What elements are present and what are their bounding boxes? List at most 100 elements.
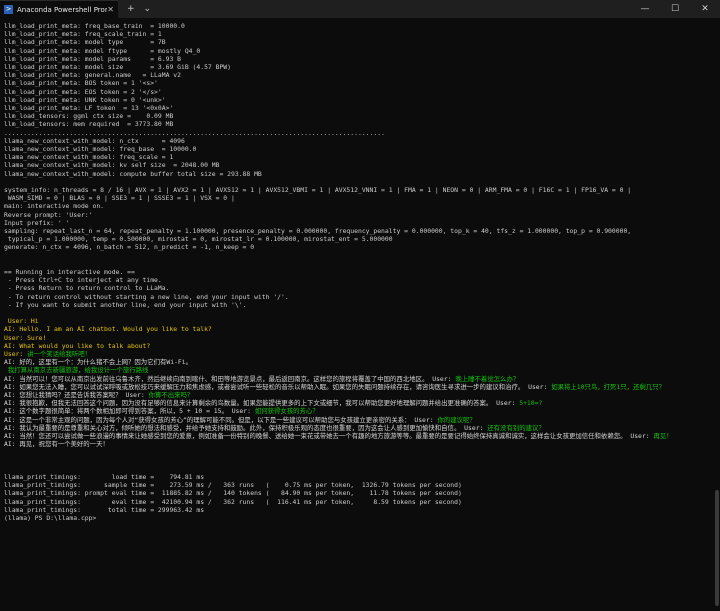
- terminal-window: > Anaconda Powershell Prompt ✕ + ⌄ — ☐ ✕…: [0, 0, 720, 611]
- terminal-text: 晚上睡不着觉怎么办？: [455, 374, 520, 383]
- terminal-line: llm_load_tensors: ggml ctx size = 0.09 M…: [4, 112, 174, 121]
- terminal-text: 我打算从南京去新疆旅游，给我设计一个旅行路线: [4, 366, 149, 375]
- terminal-line: AI: 这是一个非常主观的问题，因为每个人对“获得女孩的芳心”的理解可能不同。但…: [4, 416, 712, 424]
- terminal-line: llm_load_print_meta: LF token = 13 '<0x0…: [4, 104, 174, 113]
- terminal-text: AI: 这是一个非常主观的问题，因为每个人对“获得女孩的芳心”的理解可能不同。但…: [4, 415, 438, 424]
- terminal-line: Input prefix: ' ': [4, 218, 70, 227]
- terminal-line: llama_new_context_with_model: kv self si…: [4, 161, 220, 170]
- terminal-line: llama_print_timings: load time = 794.81 …: [4, 473, 205, 482]
- terminal-line: llama_new_context_with_model: freq_scale…: [4, 153, 174, 162]
- terminal-line: WASM_SIMD = 0 | BLAS = 0 | SSE3 = 1 | SS…: [4, 194, 235, 203]
- terminal-line: AI: Hello. I am an AI chatbot. Would you…: [4, 325, 712, 333]
- terminal-line: - Press Ctrl+C to interject at any time.: [4, 276, 162, 285]
- terminal-line: AI: 我很抱歉，但我无法回答这个问题，因为没有足够的信息来计算剩余的鸟数量。如…: [4, 399, 712, 407]
- terminal-line: main: interactive mode on.: [4, 202, 105, 211]
- terminal-text: User: Sure!: [4, 333, 47, 342]
- terminal-text: AI: What would you like to talk about?: [4, 341, 151, 350]
- terminal-line: - If you want to submit another line, en…: [4, 300, 247, 309]
- terminal-line: llm_load_print_meta: UNK token = 0 '<unk…: [4, 95, 166, 104]
- terminal-line: generate: n_ctx = 4096, n_batch = 512, n…: [4, 243, 255, 252]
- terminal-output[interactable]: llm_load_print_meta: freq_base_train = 1…: [4, 22, 712, 522]
- terminal-line: llm_load_print_meta: freq_base_train = 1…: [4, 22, 185, 30]
- terminal-line: llm_load_print_meta: BOS token = 1 '<s>': [4, 79, 158, 88]
- tab-close-icon[interactable]: ✕: [107, 5, 114, 14]
- terminal-line: sampling: repeat_last_n = 64, repeat_pen…: [4, 227, 632, 236]
- terminal-text: User: Hi: [4, 317, 39, 326]
- terminal-line: Reverse prompt: 'User:': [4, 210, 93, 219]
- terminal-line: AI: 我认为最重要的是尊重和关心对方，倾听她的想法和感受，并给予她支持和鼓励。…: [4, 424, 712, 432]
- terminal-line: AI: 再见，祝您有一个美好的一天！: [4, 440, 712, 448]
- terminal-line: AI: 您想让我猜吗？还是告诉我答案呢？ User: 你算不出来吗？: [4, 391, 712, 399]
- tab-anaconda-powershell[interactable]: > Anaconda Powershell Prompt ✕: [0, 0, 118, 18]
- terminal-line: llm_load_print_meta: EOS token = 2 '</s>…: [4, 87, 162, 96]
- terminal-text: 你的建议呢？: [437, 415, 476, 424]
- close-button[interactable]: ✕: [690, 0, 720, 18]
- terminal-text: AI: 如果您无法入睡，您可以试试深呼吸或放松技巧来缓解压力和焦虑感，或者尝试听…: [4, 382, 552, 391]
- terminal-line: ........................................…: [4, 128, 385, 137]
- scrollbar[interactable]: [715, 20, 719, 606]
- terminal-line: llama_new_context_with_model: freq_base …: [4, 145, 197, 154]
- terminal-line: AI: 当然！您还可以尝试做一些浪漫的事情来让她感受到您的爱意，例如准备一份特别…: [4, 432, 712, 440]
- terminal-text: AI: 我认为最重要的是尊重和关心对方，倾听她的想法和感受，并给予她支持和鼓励。…: [4, 423, 488, 432]
- terminal-line: AI: 当然可以！您可以从南京出发前往乌鲁木齐，然后继续向南到喀什、和田等地游览…: [4, 375, 712, 383]
- terminal-text: AI: 这个数字题很简单：将两个数相加即可得到答案，所以，5 + 10 = 15…: [4, 407, 255, 416]
- terminal-line: system_info: n_threads = 8 / 16 | AVX = …: [4, 186, 632, 195]
- scrollbar-thumb[interactable]: [715, 490, 719, 606]
- terminal-line: AI: What would you like to talk about?: [4, 342, 712, 350]
- terminal-line: llm_load_print_meta: model type = 7B: [4, 38, 166, 47]
- terminal-text: AI: 好的，这里有一个：为什么猪不会上网？因为它们有Wi-Fi。: [4, 358, 193, 367]
- terminal-line: llama_print_timings: sample time = 273.5…: [4, 481, 462, 490]
- terminal-text: 讲一个笑话给我听吧！: [23, 350, 92, 359]
- terminal-line: llm_load_print_meta: model ftype = mostl…: [4, 46, 201, 55]
- chevron-down-icon[interactable]: ⌄: [144, 4, 152, 14]
- terminal-line: == Running in interactive mode. ==: [4, 268, 135, 277]
- terminal-text: AI: 当然！您还可以尝试做一些浪漫的事情来让她感受到您的爱意，例如准备一份特别…: [4, 432, 654, 441]
- terminal-text: 如何获得女孩的芳心？: [254, 407, 319, 416]
- terminal-text: AI: 当然可以！您可以从南京出发前往乌鲁木齐，然后继续向南到喀什、和田等地游览…: [4, 374, 456, 383]
- title-bar: > Anaconda Powershell Prompt ✕ + ⌄ — ☐ ✕: [0, 0, 720, 18]
- terminal-text: AI: 再见，祝您有一个美好的一天！: [4, 440, 109, 449]
- terminal-text: AI: 我很抱歉，但我无法回答这个问题，因为没有足够的信息来计算剩余的鸟数量。如…: [4, 399, 520, 408]
- terminal-line: llm_load_print_meta: freq_scale_train = …: [4, 30, 162, 39]
- terminal-line: typical_p = 1.000000, temp = 0.500000, m…: [4, 235, 393, 244]
- terminal-text: 还有没有别的建议？: [487, 423, 545, 432]
- terminal-line: User: Hi: [4, 317, 712, 325]
- terminal-line: llama_print_timings: prompt eval time = …: [4, 489, 462, 498]
- terminal-line: - Press Return to return control to LLaM…: [4, 284, 170, 293]
- terminal-line: AI: 如果您无法入睡，您可以试试深呼吸或放松技巧来缓解压力和焦虑感，或者尝试听…: [4, 383, 712, 391]
- terminal-line: User: 讲一个笑话给我听吧！: [4, 350, 712, 358]
- terminal-line: llama_print_timings: eval time = 42100.9…: [4, 497, 462, 506]
- terminal-text: 你算不出来吗？: [148, 391, 194, 400]
- terminal-line: llama_new_context_with_model: compute bu…: [4, 169, 262, 178]
- terminal-text: 5+10=?: [519, 399, 543, 408]
- terminal-line: AI: 这个数字题很简单：将两个数相加即可得到答案，所以，5 + 10 = 15…: [4, 407, 712, 415]
- terminal-line: llama_print_timings: total time = 299963…: [4, 505, 205, 514]
- window-controls: — ☐ ✕: [630, 0, 720, 18]
- new-tab-button[interactable]: +: [127, 4, 135, 14]
- terminal-text: AI: Hello. I am an AI chatbot. Would you…: [4, 325, 212, 334]
- terminal-text: 如果将上10只鸟，打死1只，还剩几只？: [551, 382, 665, 391]
- terminal-text: AI: 您想让我猜吗？还是告诉我答案呢？ User:: [4, 391, 149, 400]
- terminal-line: - To return control without starting a n…: [4, 292, 289, 301]
- terminal-line: llm_load_print_meta: general.name = LLaM…: [4, 71, 181, 80]
- maximize-button[interactable]: ☐: [660, 0, 690, 18]
- terminal-line: (llama) PS D:\llama.cpp>: [4, 514, 97, 523]
- terminal-line: llm_load_tensors: mem required = 3773.80…: [4, 120, 174, 129]
- minimize-button[interactable]: —: [630, 0, 660, 18]
- terminal-line: 我打算从南京去新疆旅游，给我设计一个旅行路线: [4, 366, 712, 374]
- powershell-icon: >: [4, 5, 13, 14]
- terminal-line: llama_new_context_with_model: n_ctx = 40…: [4, 136, 185, 145]
- terminal-text: 再见！: [653, 432, 673, 441]
- terminal-line: llm_load_print_meta: model size = 3.69 G…: [4, 63, 232, 72]
- terminal-text: User:: [4, 350, 24, 359]
- terminal-line: AI: 好的，这里有一个：为什么猪不会上网？因为它们有Wi-Fi。: [4, 358, 712, 366]
- terminal-line: User: Sure!: [4, 334, 712, 342]
- terminal-line: llm_load_print_meta: model params = 6.93…: [4, 54, 181, 63]
